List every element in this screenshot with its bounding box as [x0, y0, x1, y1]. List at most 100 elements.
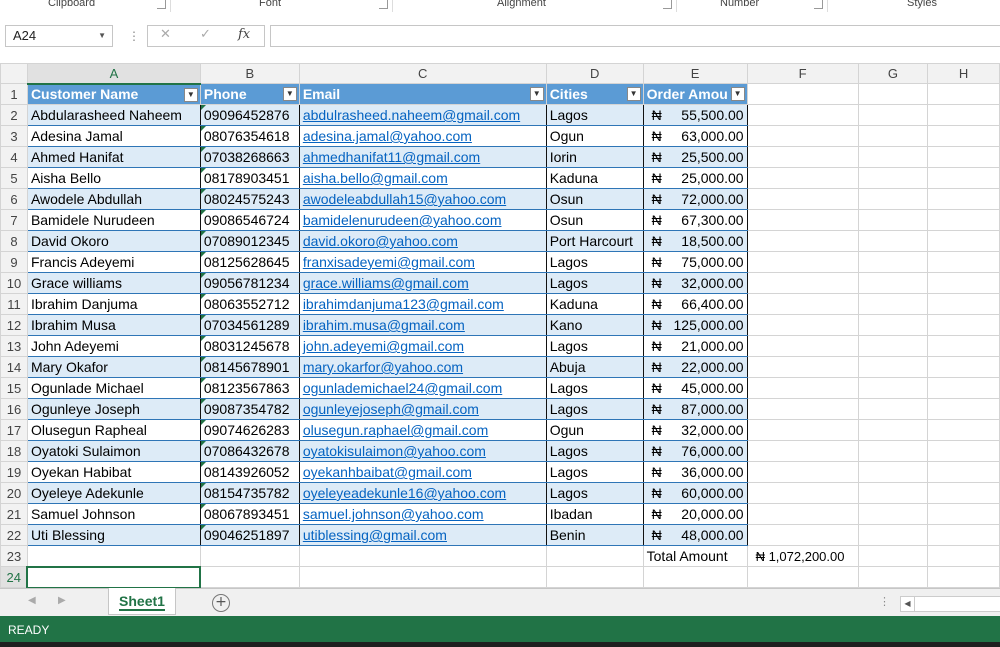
cell[interactable]: [746, 566, 859, 588]
cell[interactable]: [746, 251, 859, 273]
row-header[interactable]: 1: [0, 83, 28, 105]
row-header[interactable]: 13: [0, 335, 28, 357]
city-cell[interactable]: Ogun: [545, 419, 644, 441]
cell[interactable]: [746, 125, 859, 147]
phone-cell[interactable]: 08143926052: [199, 461, 300, 483]
error-indicator-icon[interactable]: [201, 462, 206, 467]
cell[interactable]: [746, 188, 859, 210]
cell[interactable]: [857, 293, 929, 315]
city-cell[interactable]: Lagos: [545, 104, 644, 126]
order-amount-cell[interactable]: ₦ 63,000.00: [642, 125, 748, 147]
cell[interactable]: [746, 461, 859, 483]
city-cell[interactable]: Kaduna: [545, 293, 644, 315]
cell[interactable]: [545, 545, 644, 567]
active-cell-a24[interactable]: [26, 565, 202, 589]
header-email[interactable]: Email ▼: [298, 83, 547, 105]
error-indicator-icon[interactable]: [201, 336, 206, 341]
email-link[interactable]: abdulrasheed.naheem@gmail.com: [303, 107, 520, 123]
order-amount-cell[interactable]: ₦ 32,000.00: [642, 272, 748, 294]
email-link[interactable]: franxisadeyemi@gmail.com: [303, 254, 475, 270]
name-box[interactable]: A24 ▼: [5, 25, 113, 47]
phone-cell[interactable]: 07086432678: [199, 440, 300, 462]
error-indicator-icon[interactable]: [201, 504, 206, 509]
row-header[interactable]: 14: [0, 356, 28, 378]
phone-cell[interactable]: 08145678901: [199, 356, 300, 378]
order-amount-cell[interactable]: ₦ 125,000.00: [642, 314, 748, 336]
error-indicator-icon[interactable]: [201, 441, 206, 446]
column-header-h[interactable]: H: [927, 63, 1000, 84]
error-indicator-icon[interactable]: [201, 147, 206, 152]
phone-cell[interactable]: 09087354782: [199, 398, 300, 420]
cell[interactable]: [927, 398, 1000, 420]
cell[interactable]: [199, 545, 300, 567]
cell[interactable]: [746, 377, 859, 399]
email-link[interactable]: david.okoro@yahoo.com: [303, 233, 458, 249]
order-amount-cell[interactable]: ₦ 60,000.00: [642, 482, 748, 504]
order-amount-cell[interactable]: ₦ 76,000.00: [642, 440, 748, 462]
font-launcher-icon[interactable]: [379, 0, 388, 9]
phone-cell[interactable]: 08024575243: [199, 188, 300, 210]
column-header-a[interactable]: A: [26, 63, 201, 85]
phone-cell[interactable]: 08076354618: [199, 125, 300, 147]
cell[interactable]: [857, 209, 929, 231]
error-indicator-icon[interactable]: [201, 210, 206, 215]
cell[interactable]: [642, 566, 748, 588]
phone-cell[interactable]: 09056781234: [199, 272, 300, 294]
customer-name-cell[interactable]: Oyatoki Sulaimon: [26, 440, 201, 462]
phone-cell[interactable]: 09074626283: [199, 419, 300, 441]
city-cell[interactable]: Ibadan: [545, 503, 644, 525]
error-indicator-icon[interactable]: [201, 126, 206, 131]
filter-dropdown-icon[interactable]: ▼: [626, 87, 641, 101]
email-link[interactable]: adesina.jamal@yahoo.com: [303, 128, 472, 144]
filter-dropdown-icon[interactable]: ▼: [730, 87, 745, 101]
order-amount-cell[interactable]: ₦ 20,000.00: [642, 503, 748, 525]
city-cell[interactable]: Port Harcourt: [545, 230, 644, 252]
cell[interactable]: [927, 482, 1000, 504]
email-link[interactable]: grace.williams@gmail.com: [303, 275, 469, 291]
cell[interactable]: [746, 335, 859, 357]
email-cell[interactable]: mary.okarfor@yahoo.com: [298, 356, 547, 378]
email-cell[interactable]: david.okoro@yahoo.com: [298, 230, 547, 252]
customer-name-cell[interactable]: Adesina Jamal: [26, 125, 201, 147]
customer-name-cell[interactable]: Awodele Abdullah: [26, 188, 201, 210]
header-customer-name[interactable]: Customer Name ▼: [26, 83, 201, 105]
email-cell[interactable]: awodeleabdullah15@yahoo.com: [298, 188, 547, 210]
cell[interactable]: [927, 104, 1000, 126]
customer-name-cell[interactable]: Abdularasheed Naheem: [26, 104, 201, 126]
email-cell[interactable]: ogunleyejoseph@gmail.com: [298, 398, 547, 420]
order-amount-cell[interactable]: ₦ 21,000.00: [642, 335, 748, 357]
row-header[interactable]: 12: [0, 314, 28, 336]
order-amount-cell[interactable]: ₦ 45,000.00: [642, 377, 748, 399]
row-header[interactable]: 24: [0, 566, 29, 588]
cell[interactable]: [857, 230, 929, 252]
cell[interactable]: [857, 503, 929, 525]
order-amount-cell[interactable]: ₦ 66,400.00: [642, 293, 748, 315]
select-all-corner[interactable]: [0, 63, 28, 84]
cell[interactable]: [927, 461, 1000, 483]
chevron-down-icon[interactable]: ▼: [98, 26, 106, 46]
email-cell[interactable]: ogunlademichael24@gmail.com: [298, 377, 547, 399]
cell[interactable]: [857, 272, 929, 294]
city-cell[interactable]: Lagos: [545, 461, 644, 483]
cell[interactable]: [927, 188, 1000, 210]
phone-cell[interactable]: 08031245678: [199, 335, 300, 357]
cell[interactable]: [746, 440, 859, 462]
cell[interactable]: [857, 398, 929, 420]
cell[interactable]: [927, 272, 1000, 294]
more-options-icon[interactable]: ⋮: [879, 595, 890, 608]
customer-name-cell[interactable]: Ibrahim Musa: [26, 314, 201, 336]
email-cell[interactable]: oyekanhbaibat@gmail.com: [298, 461, 547, 483]
cell[interactable]: [746, 83, 859, 105]
error-indicator-icon[interactable]: [201, 105, 206, 110]
insert-function-icon[interactable]: fx: [238, 27, 250, 42]
order-amount-cell[interactable]: ₦ 87,000.00: [642, 398, 748, 420]
phone-cell[interactable]: 07038268663: [199, 146, 300, 168]
cell[interactable]: [927, 419, 1000, 441]
customer-name-cell[interactable]: Francis Adeyemi: [26, 251, 201, 273]
phone-cell[interactable]: 09086546724: [199, 209, 300, 231]
error-indicator-icon[interactable]: [201, 231, 206, 236]
customer-name-cell[interactable]: Oyekan Habibat: [26, 461, 201, 483]
customer-name-cell[interactable]: Oyeleye Adekunle: [26, 482, 201, 504]
cell[interactable]: [746, 419, 859, 441]
email-link[interactable]: oyeleyeadekunle16@yahoo.com: [303, 485, 506, 501]
